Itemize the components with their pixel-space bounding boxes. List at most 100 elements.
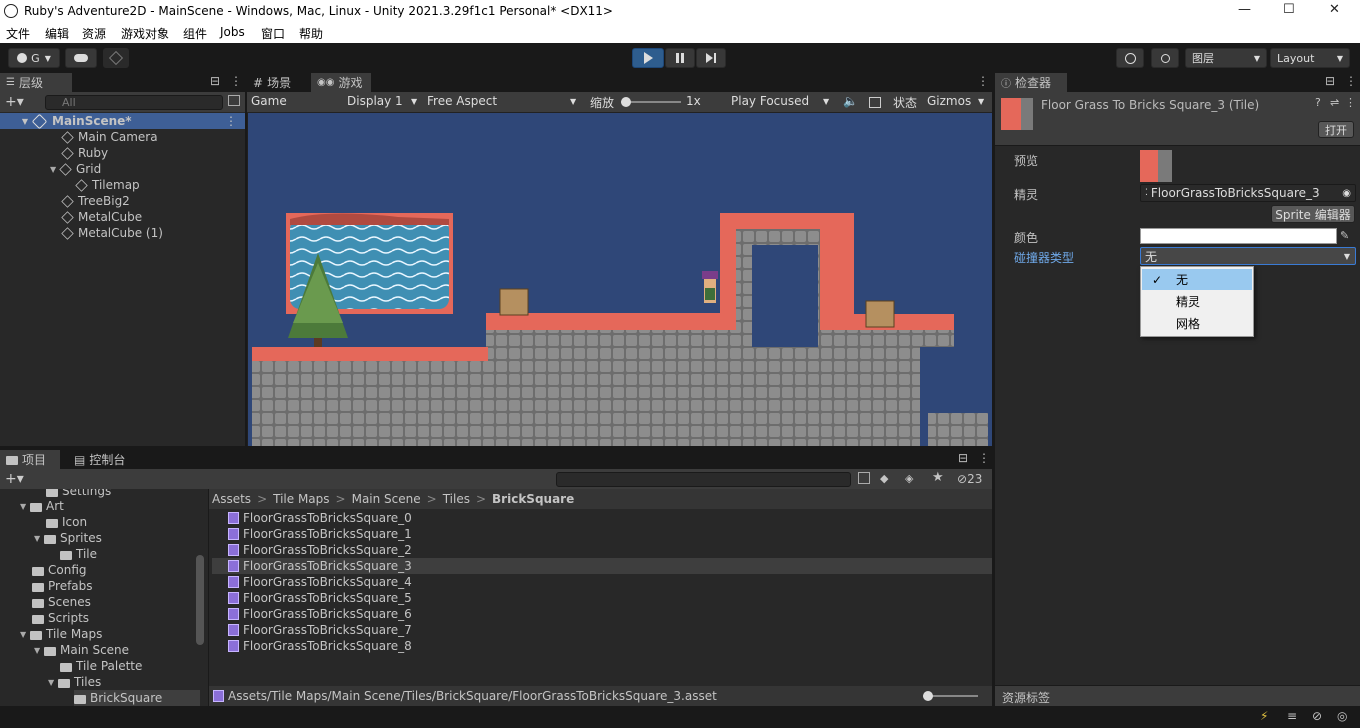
asset-row[interactable]: FloorGrassToBricksSquare_6 xyxy=(212,606,992,622)
asset-row[interactable]: FloorGrassToBricksSquare_8 xyxy=(212,638,992,654)
kebab-icon[interactable]: ⋮ xyxy=(978,451,990,465)
asset-row[interactable]: FloorGrassToBricksSquare_0 xyxy=(212,510,992,526)
layout-dropdown[interactable]: Layout ▼ xyxy=(1270,48,1350,68)
hierarchy-item[interactable]: ▼ Grid xyxy=(50,161,101,177)
plus-icon[interactable]: +▾ xyxy=(5,471,24,487)
tab-project[interactable]: 项目 xyxy=(0,450,60,469)
history-button[interactable] xyxy=(1116,48,1144,68)
search-by-type-icon[interactable] xyxy=(858,472,870,484)
folder-row[interactable]: Scripts xyxy=(32,610,89,626)
folder-row[interactable]: ▼ Sprites xyxy=(34,530,102,546)
breadcrumb-item[interactable]: Assets xyxy=(212,492,251,506)
scale-slider[interactable] xyxy=(621,97,681,107)
eyedropper-icon[interactable]: ✎ xyxy=(1340,229,1349,242)
folder-row[interactable]: Tile xyxy=(60,546,97,562)
label-icon[interactable]: ◆ xyxy=(880,472,888,485)
search-filter-icon[interactable] xyxy=(228,95,240,106)
dropdown-option-none[interactable]: ✓ 无 xyxy=(1142,269,1252,290)
menu-assets[interactable]: 资源 xyxy=(82,25,106,42)
collab-button[interactable] xyxy=(103,48,129,68)
asset-row[interactable]: FloorGrassToBricksSquare_7 xyxy=(212,622,992,638)
scene-row[interactable]: ▼ MainScene* ⋮ xyxy=(0,113,245,129)
star-icon[interactable]: ★ xyxy=(932,470,944,485)
slider-handle[interactable] xyxy=(923,691,933,701)
scene-kebab-icon[interactable]: ⋮ xyxy=(225,114,237,128)
aspect-dropdown[interactable]: Free Aspect xyxy=(427,94,497,108)
folder-row[interactable]: Icon xyxy=(46,514,87,530)
menu-window[interactable]: 窗口 xyxy=(261,25,285,42)
dropdown-option-grid[interactable]: 网格 xyxy=(1142,313,1252,334)
hierarchy-item[interactable]: MetalCube xyxy=(61,209,142,225)
project-search-input[interactable] xyxy=(556,472,851,487)
help-icon[interactable]: ? xyxy=(1315,96,1321,109)
hierarchy-item[interactable]: MetalCube (1) xyxy=(61,225,163,241)
menu-component[interactable]: 组件 xyxy=(183,25,207,42)
kebab-icon[interactable]: ⋮ xyxy=(1345,74,1357,88)
folder-row[interactable]: ▼ Tiles xyxy=(48,674,101,690)
debug-icon[interactable]: ⊘ xyxy=(1312,709,1322,723)
folder-row[interactable]: ▼ Tile Maps xyxy=(20,626,102,642)
stats-button[interactable]: 状态 xyxy=(893,94,917,111)
folder-row[interactable]: ▼ Main Scene xyxy=(34,642,129,658)
hierarchy-item[interactable]: Ruby xyxy=(61,145,108,161)
account-dropdown[interactable]: G ▼ xyxy=(8,48,60,68)
tab-hierarchy[interactable]: ☰ 层级 xyxy=(0,73,72,92)
minimize-button[interactable]: — xyxy=(1238,2,1251,17)
baking-icon[interactable]: ⚡ xyxy=(1260,709,1268,723)
menu-jobs[interactable]: Jobs xyxy=(220,25,245,39)
cloud-button[interactable] xyxy=(65,48,97,68)
folder-row[interactable]: Scenes xyxy=(32,594,91,610)
search-button[interactable] xyxy=(1151,48,1179,68)
pause-button[interactable] xyxy=(665,48,695,68)
stats-grid-icon[interactable] xyxy=(869,97,881,108)
color-field[interactable] xyxy=(1140,228,1337,244)
gizmos-button[interactable]: Gizmos xyxy=(927,94,971,108)
collider-type-dropdown[interactable]: 无 ▼ xyxy=(1140,247,1356,265)
play-button[interactable] xyxy=(632,48,664,68)
lock-icon[interactable]: ⊟ xyxy=(1325,74,1335,88)
cache-icon[interactable]: ≡ xyxy=(1287,709,1297,723)
kebab-icon[interactable]: ⋮ xyxy=(977,74,989,88)
audio-icon[interactable]: 🔈 xyxy=(843,94,858,108)
slider-handle[interactable] xyxy=(621,97,631,107)
folder-row[interactable]: Tile Palette xyxy=(60,658,142,674)
folder-row[interactable]: Config xyxy=(32,562,87,578)
lock-icon[interactable]: ⊟ xyxy=(958,451,968,465)
tab-game[interactable]: ◉◉ 游戏 xyxy=(311,73,371,92)
icon-size-slider[interactable] xyxy=(923,691,978,701)
tag-icon[interactable]: ◈ xyxy=(905,472,913,485)
asset-row[interactable]: FloorGrassToBricksSquare_2 xyxy=(212,542,992,558)
notifications-icon[interactable]: ◎ xyxy=(1337,709,1347,723)
tab-console[interactable]: ▤ 控制台 xyxy=(68,450,138,469)
asset-row[interactable]: FloorGrassToBricksSquare_5 xyxy=(212,590,992,606)
breadcrumb-item[interactable]: Main Scene xyxy=(352,492,421,506)
hierarchy-search-input[interactable]: All xyxy=(45,95,223,110)
kebab-icon[interactable]: ⋮ xyxy=(230,74,242,88)
game-canvas[interactable] xyxy=(248,113,992,446)
asset-row[interactable]: FloorGrassToBricksSquare_1 xyxy=(212,526,992,542)
asset-row-selected[interactable]: FloorGrassToBricksSquare_3 xyxy=(212,558,992,574)
breadcrumb-item[interactable]: Tiles xyxy=(443,492,470,506)
maximize-button[interactable]: ☐ xyxy=(1283,2,1295,17)
settings-icon[interactable]: ⇌ xyxy=(1330,96,1339,109)
object-picker-icon[interactable]: ◉ xyxy=(1342,188,1351,199)
tab-inspector[interactable]: ⓘ 检查器 xyxy=(995,73,1067,92)
sprite-field[interactable]: ⁚ FloorGrassToBricksSquare_3 ◉ xyxy=(1140,184,1356,202)
menu-help[interactable]: 帮助 xyxy=(299,25,323,42)
menu-gameobject[interactable]: 游戏对象 xyxy=(121,25,169,42)
menu-file[interactable]: 文件 xyxy=(6,25,30,42)
breadcrumb-item-current[interactable]: BrickSquare xyxy=(492,492,574,506)
display-dropdown[interactable]: Display 1 xyxy=(347,94,403,108)
plus-icon[interactable]: +▾ xyxy=(5,94,24,110)
hierarchy-item[interactable]: Tilemap xyxy=(75,177,140,193)
asset-row[interactable]: FloorGrassToBricksSquare_4 xyxy=(212,574,992,590)
lock-icon[interactable]: ⊟ xyxy=(210,74,220,88)
tab-scene[interactable]: # 场景 xyxy=(247,73,311,92)
play-focused-dropdown[interactable]: Play Focused xyxy=(731,94,809,108)
game-mode-dropdown[interactable]: Game xyxy=(251,94,287,108)
layers-dropdown[interactable]: 图层 ▼ xyxy=(1185,48,1267,68)
breadcrumb-item[interactable]: Tile Maps xyxy=(273,492,329,506)
kebab-icon[interactable]: ⋮ xyxy=(1345,96,1356,109)
hierarchy-item[interactable]: TreeBig2 xyxy=(61,193,130,209)
dropdown-option-sprite[interactable]: 精灵 xyxy=(1142,291,1252,312)
